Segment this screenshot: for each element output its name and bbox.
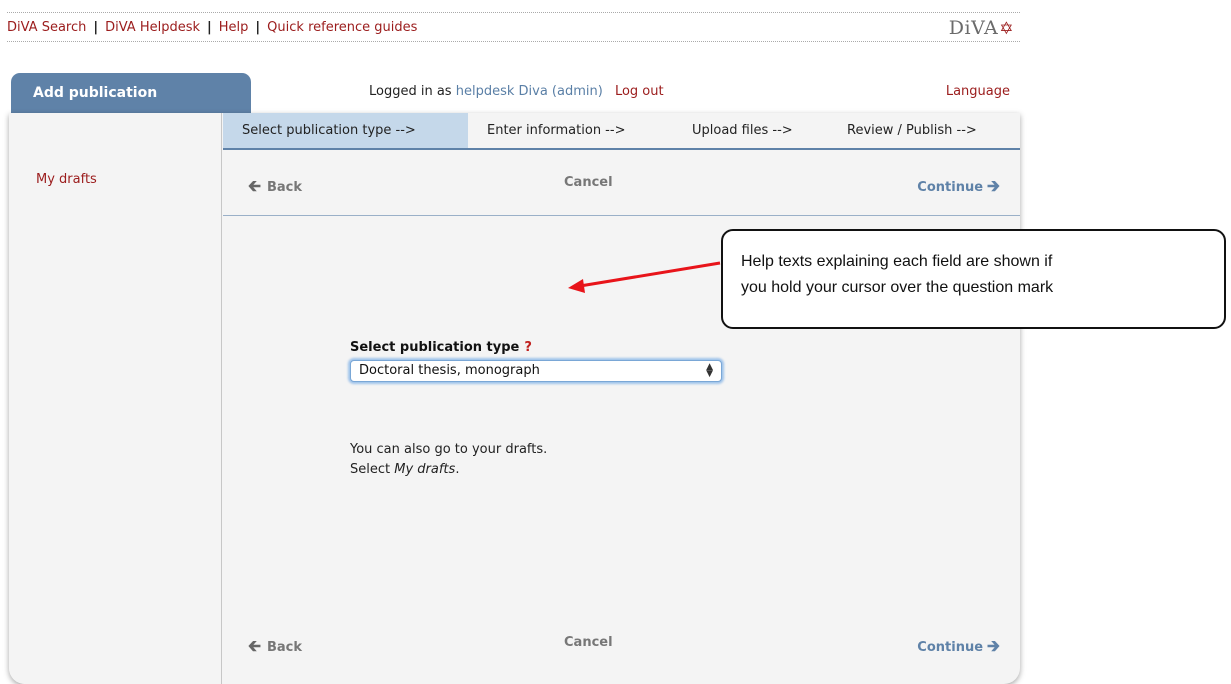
annotation-arrow-head: [568, 279, 585, 293]
annotation-arrow-icon: [568, 261, 721, 293]
annotation-arrow-line: [579, 261, 721, 288]
